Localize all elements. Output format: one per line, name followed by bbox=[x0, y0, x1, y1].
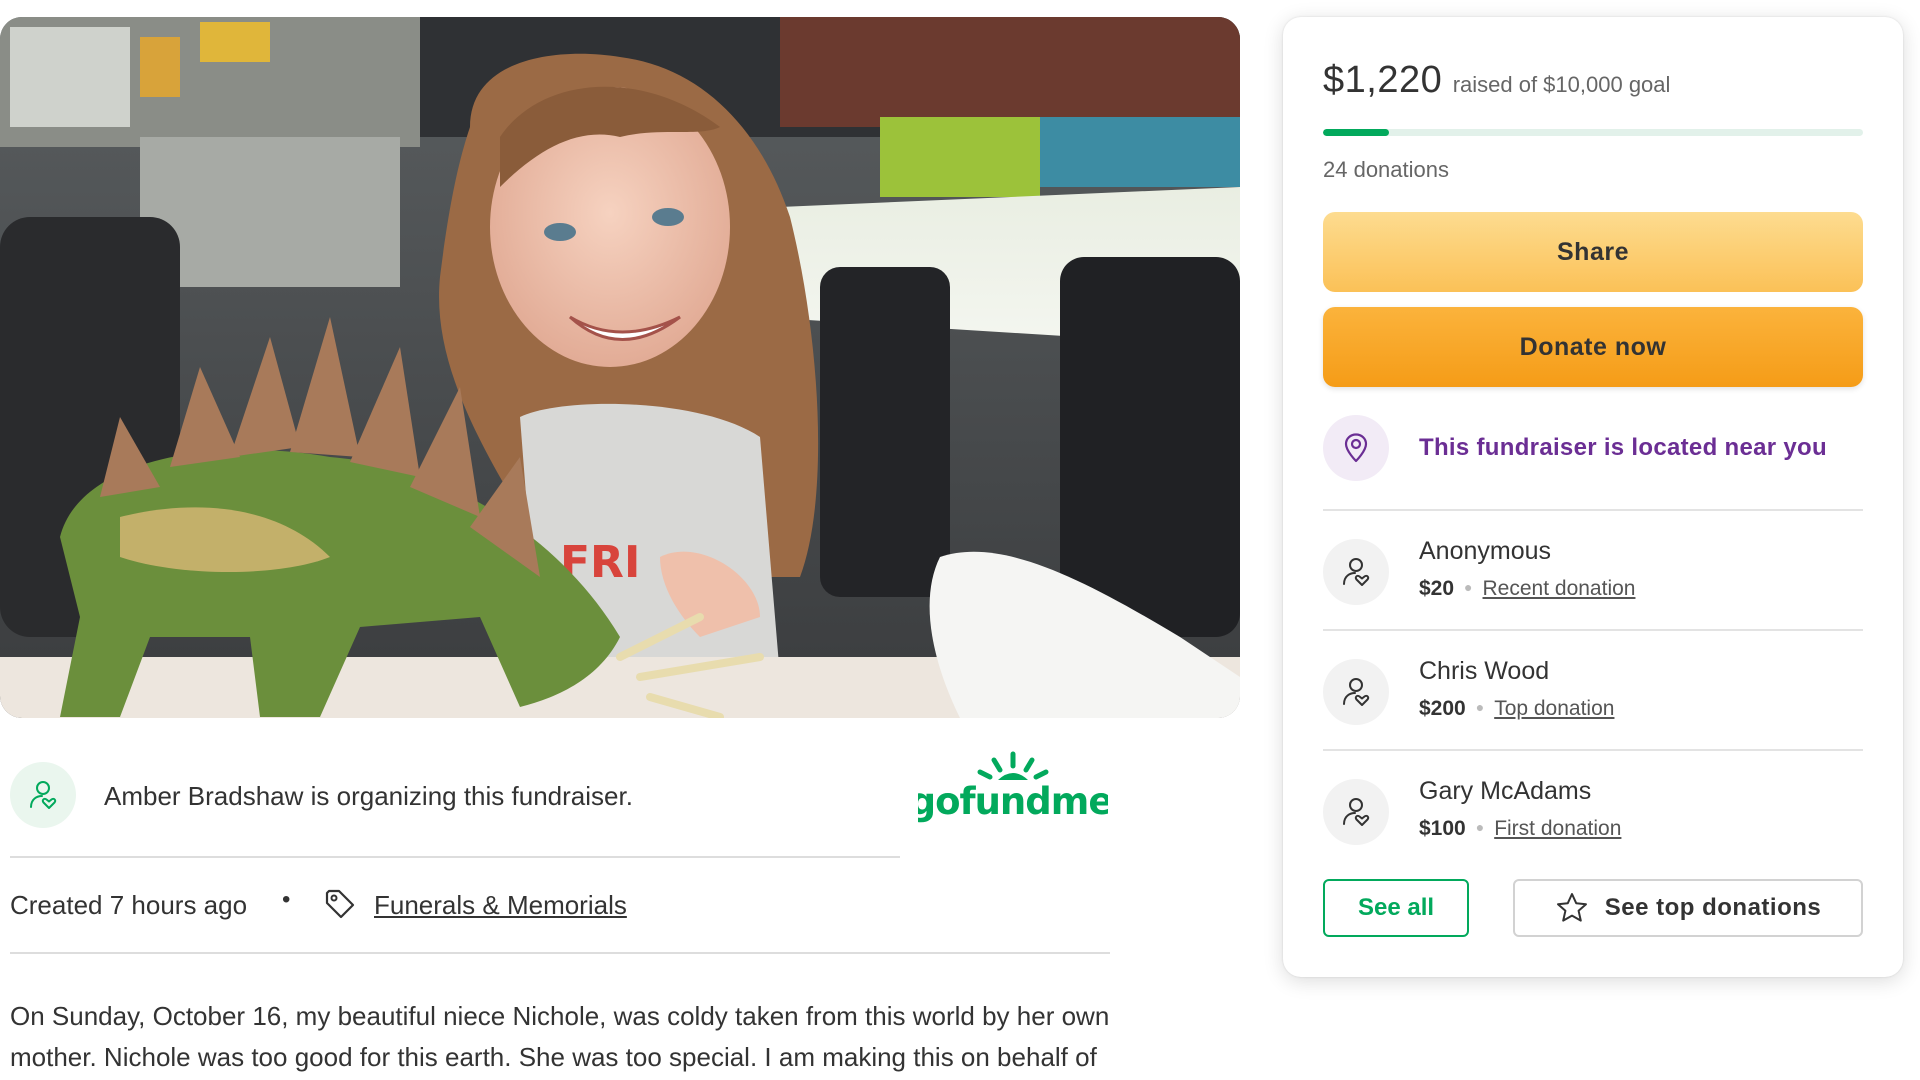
progress-bar bbox=[1323, 129, 1863, 136]
donation-type-link[interactable]: First donation bbox=[1494, 817, 1621, 840]
organizer-row: Amber Bradshaw is organizing this fundra… bbox=[10, 751, 1108, 828]
star-icon bbox=[1556, 893, 1587, 922]
donor-name: Chris Wood bbox=[1419, 657, 1550, 685]
donor-name: Gary McAdams bbox=[1419, 777, 1592, 805]
section-divider bbox=[10, 856, 900, 858]
dot-separator: ● bbox=[1475, 819, 1485, 835]
location-pin-icon bbox=[1344, 433, 1368, 463]
donor-amount: $20 bbox=[1419, 577, 1455, 600]
donor-details: $20 ● Recent donation bbox=[1419, 577, 1635, 601]
raised-amount: $1,220 bbox=[1323, 59, 1443, 101]
nearby-icon-circle bbox=[1323, 415, 1389, 481]
card-divider bbox=[1323, 749, 1863, 751]
nearby-text: This fundraiser is located near you bbox=[1419, 434, 1827, 461]
donor-row: Chris Wood $200 ● Top donation bbox=[1323, 657, 1883, 727]
donor-avatar bbox=[1323, 779, 1389, 845]
donor-name: Anonymous bbox=[1419, 537, 1552, 565]
see-all-button[interactable]: See all bbox=[1323, 879, 1469, 937]
user-heart-icon bbox=[1343, 558, 1370, 586]
organizer-text: Amber Bradshaw is organizing this fundra… bbox=[104, 781, 633, 811]
category-link[interactable]: Funerals & Memorials bbox=[374, 890, 627, 921]
meta-separator: • bbox=[282, 886, 291, 913]
campaign-story: On Sunday, October 16, my beautiful niec… bbox=[10, 1001, 1110, 1072]
organizer-avatar bbox=[10, 762, 76, 828]
progress-bar-fill bbox=[1323, 129, 1389, 136]
dot-separator: ● bbox=[1464, 579, 1473, 595]
donor-row: Gary McAdams $100 ● First donation bbox=[1323, 777, 1883, 847]
campaign-hero-image: FRI bbox=[0, 17, 1240, 718]
donor-details: $200 ● Top donation bbox=[1419, 697, 1614, 721]
goal-text: raised of $10,000 goal bbox=[1452, 72, 1671, 97]
donor-row: Anonymous $20 ● Recent donation bbox=[1323, 537, 1883, 607]
card-divider bbox=[1323, 509, 1863, 511]
donor-avatar bbox=[1323, 539, 1389, 605]
created-time: Created 7 hours ago bbox=[10, 890, 248, 920]
donations-count: 24 donations bbox=[1323, 157, 1449, 182]
section-divider bbox=[10, 952, 1110, 954]
donate-now-button[interactable]: Donate now bbox=[1323, 307, 1863, 387]
donor-amount: $100 bbox=[1419, 817, 1466, 840]
raised-summary: $1,220 raised of $10,000 goal bbox=[1323, 59, 1670, 102]
donation-type-link[interactable]: Recent donation bbox=[1483, 577, 1636, 600]
user-heart-icon bbox=[1343, 678, 1370, 706]
campaign-meta: Created 7 hours ago • Funerals & Memoria… bbox=[10, 884, 1110, 924]
gofundme-logo[interactable]: gofundme bbox=[918, 744, 1108, 828]
gofundme-logo-text: gofundme bbox=[918, 780, 1108, 823]
see-top-donations-button[interactable]: See top donations bbox=[1513, 879, 1863, 937]
donation-sidebar-card: $1,220 raised of $10,000 goal 24 donatio… bbox=[1283, 17, 1903, 977]
nearby-notice: This fundraiser is located near you bbox=[1323, 415, 1883, 481]
see-top-donations-label: See top donations bbox=[1604, 894, 1822, 921]
donor-details: $100 ● First donation bbox=[1419, 817, 1621, 841]
tag-icon bbox=[325, 889, 355, 919]
donation-type-link[interactable]: Top donation bbox=[1494, 697, 1614, 720]
donor-avatar bbox=[1323, 659, 1389, 725]
donor-amount: $200 bbox=[1419, 697, 1466, 720]
user-heart-icon bbox=[30, 781, 57, 809]
user-heart-icon bbox=[1343, 798, 1370, 826]
share-button[interactable]: Share bbox=[1323, 212, 1863, 292]
dot-separator: ● bbox=[1475, 699, 1485, 715]
card-divider bbox=[1323, 629, 1863, 631]
